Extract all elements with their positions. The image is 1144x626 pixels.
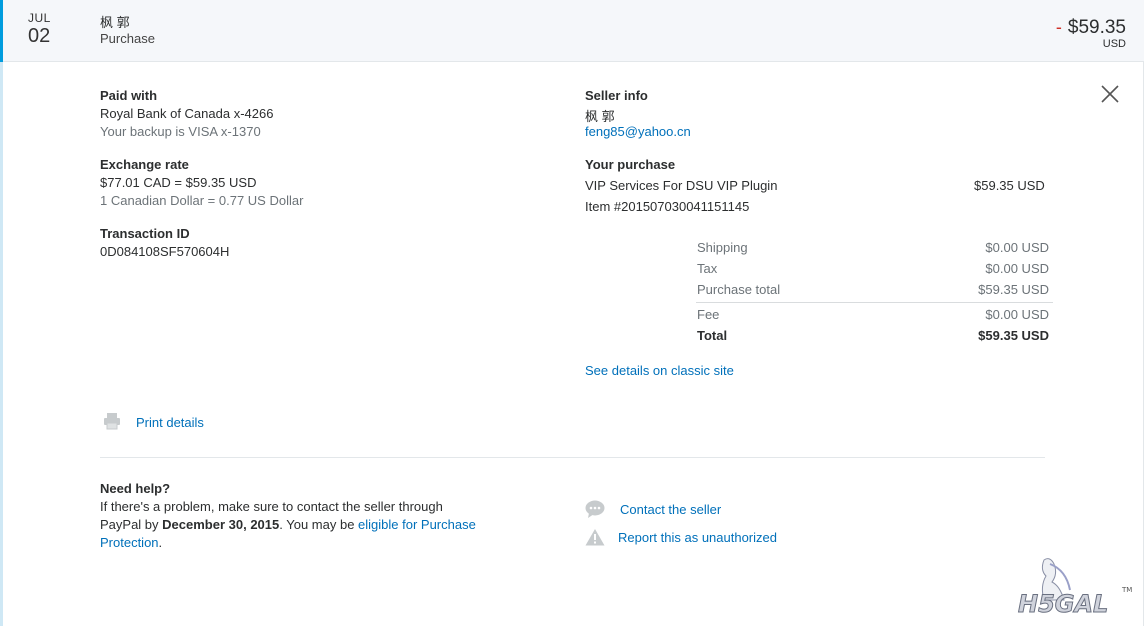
paid-with-label: Paid with [100,88,158,103]
seller-name: 枫 郭 [585,109,615,124]
transaction-header[interactable]: JUL 02 枫 郭 Purchase - $59.35 USD [0,0,1144,62]
help-line-2: PayPal by December 30, 2015. You may be … [100,517,476,532]
shipping-label: Shipping [697,240,748,255]
tax-label: Tax [697,261,718,276]
transaction-type: Purchase [100,31,155,46]
total-value: $59.35 USD [978,328,1049,343]
panel-left-rule [0,62,3,626]
fee-value: $0.00 USD [985,307,1049,322]
fee-label: Fee [697,307,720,322]
help-line-3: Protection. [100,535,162,550]
help-deadline-date: December 30, 2015 [162,517,280,532]
item-price: $59.35 USD [974,178,1045,193]
contact-seller-link[interactable]: Contact the seller [620,502,721,517]
item-name: VIP Services For DSU VIP Plugin [585,178,778,193]
summary-divider [696,302,1053,303]
close-button[interactable] [1100,84,1120,104]
your-purchase-label: Your purchase [585,157,676,172]
total-label: Total [697,328,728,343]
transaction-details-panel: Paid with Royal Bank of Canada x-4266 Yo… [0,62,1144,626]
amount-sign: - [1055,17,1062,37]
shipping-value: $0.00 USD [985,240,1049,255]
purchase-protection-link-cont[interactable]: Protection [100,535,159,550]
funding-account: Royal Bank of Canada x-4266 [100,106,274,121]
item-number: Item #201507030041151145 [585,199,750,214]
exchange-conversion: $77.01 CAD = $59.35 USD [100,175,257,190]
tax-value: $0.00 USD [985,261,1049,276]
printer-icon[interactable] [103,412,121,430]
seller-info-label: Seller info [585,88,648,103]
classic-site-link[interactable]: See details on classic site [585,363,734,378]
help-line-2-pre: PayPal by [100,517,163,532]
date-day: 02 [28,25,51,47]
purchase-total-value: $59.35 USD [978,282,1049,297]
exchange-rate-label: Exchange rate [100,157,189,172]
exchange-rate-value: 1 Canadian Dollar = 0.77 US Dollar [100,193,304,208]
amount-value: $59.35 [1067,17,1126,38]
help-line-1: If there's a problem, make sure to conta… [100,499,443,514]
watermark-tm: TM [1121,586,1132,594]
watermark-logo: H5GAL TM [1014,556,1140,620]
transaction-amount: - $59.35 [1056,17,1126,39]
counterparty-name: 枫 郭 [100,15,130,30]
selection-accent-bar [0,0,3,62]
date-month: JUL [28,11,51,25]
close-icon[interactable] [1100,84,1120,104]
purchase-total-label: Purchase total [697,282,781,297]
chat-bubble-icon[interactable] [585,500,605,518]
watermark-text: H5GAL [1018,590,1108,618]
transaction-id-value: 0D084108SF570604H [100,244,230,259]
print-details-link[interactable]: Print details [136,415,204,430]
report-unauthorized-link[interactable]: Report this as unauthorized [618,530,777,545]
purchase-protection-link[interactable]: eligible for Purchase [358,517,476,532]
need-help-title: Need help? [100,481,171,496]
amount-currency: USD [1102,38,1126,50]
transaction-id-label: Transaction ID [100,226,190,241]
seller-email-link[interactable]: feng85@yahoo.cn [585,124,691,139]
section-divider [100,457,1045,458]
help-line-3-post: . [158,535,163,550]
warning-icon[interactable] [585,528,605,546]
help-line-2-mid: . You may be [279,517,359,532]
backup-funding: Your backup is VISA x-1370 [100,124,261,139]
